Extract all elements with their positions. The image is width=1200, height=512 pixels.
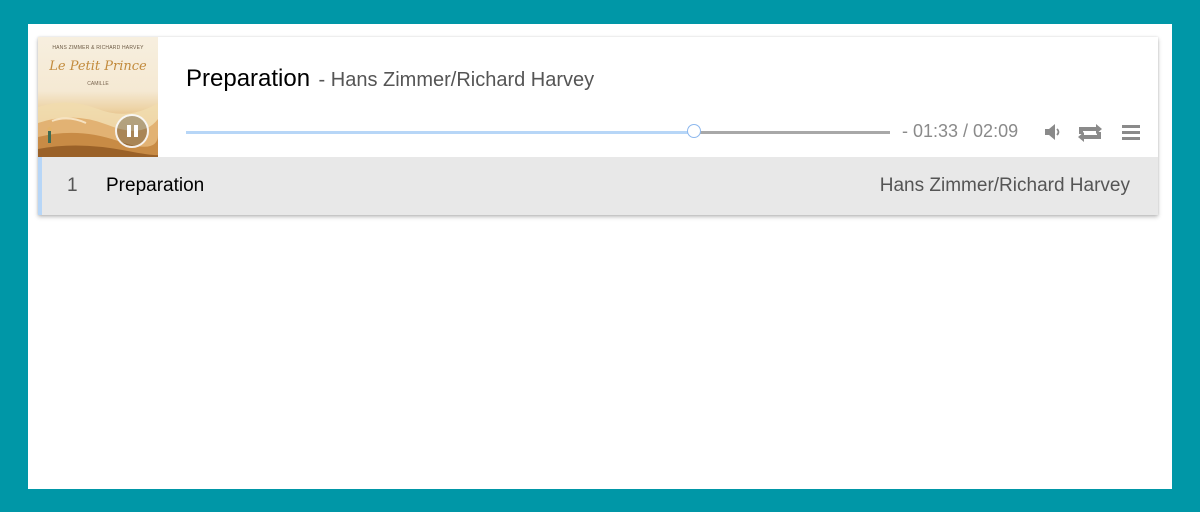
audio-player: HANS ZIMMER & RICHARD HARVEY Le Petit Pr… — [38, 37, 1158, 215]
cover-subtitle-text: CAMILLE — [87, 81, 109, 87]
cover-title-text: Le Petit Prince — [49, 59, 147, 74]
track-artist: - Hans Zimmer/Richard Harvey — [318, 69, 595, 91]
volume-icon — [1045, 124, 1060, 140]
repeat-button[interactable] — [1076, 121, 1104, 143]
page-frame: HANS ZIMMER & RICHARD HARVEY Le Petit Pr… — [28, 24, 1172, 489]
progress-bar[interactable] — [186, 124, 890, 138]
playlist-item-title: Preparation — [106, 175, 205, 196]
progress-played — [186, 131, 695, 134]
album-cover: HANS ZIMMER & RICHARD HARVEY Le Petit Pr… — [38, 37, 158, 157]
menu-icon — [1122, 125, 1140, 140]
cover-artist-text: HANS ZIMMER & RICHARD HARVEY — [52, 45, 144, 51]
time-display: - 01:33 / 02:09 — [902, 121, 1019, 141]
pause-icon — [127, 125, 131, 137]
playlist-item[interactable]: 1 Preparation Hans Zimmer/Richard Harvey — [38, 157, 1158, 215]
now-playing-info: Preparation - Hans Zimmer/Richard Harvey — [186, 65, 594, 93]
progress-thumb[interactable] — [686, 124, 701, 138]
repeat-icon — [1078, 124, 1102, 142]
pause-button[interactable] — [115, 114, 149, 148]
menu-button[interactable] — [1120, 121, 1144, 143]
playlist-item-index: 1 — [67, 175, 78, 196]
volume-button[interactable] — [1042, 121, 1066, 143]
playlist-item-artist: Hans Zimmer/Richard Harvey — [879, 175, 1130, 196]
track-title: Preparation — [186, 65, 311, 92]
